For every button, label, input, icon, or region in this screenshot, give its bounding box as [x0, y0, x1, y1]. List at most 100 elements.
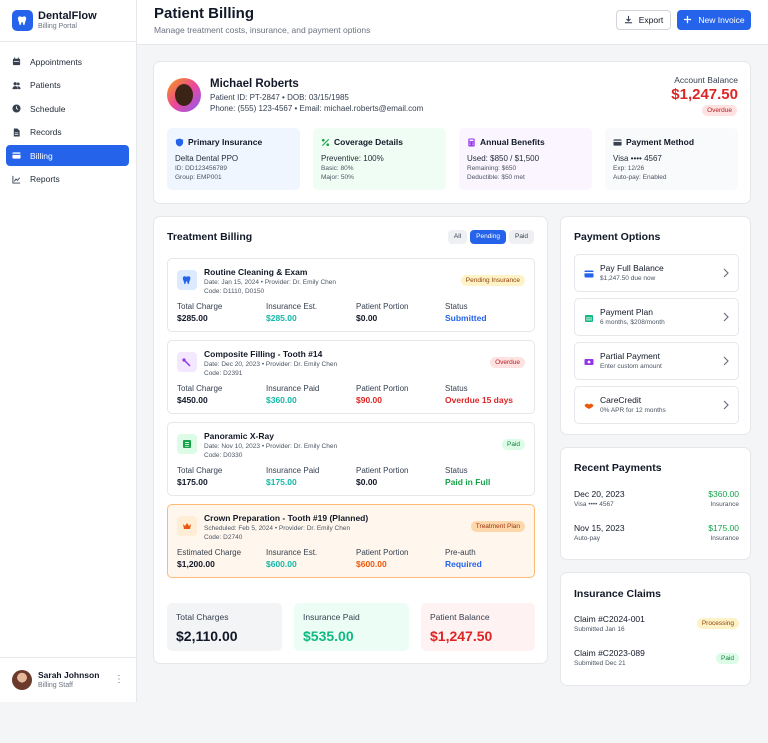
tooth-icon — [177, 270, 197, 290]
treatment-item[interactable]: Crown Preparation - Tooth #19 (Planned) … — [167, 504, 535, 578]
sidebar-item-schedule[interactable]: Schedule — [6, 98, 129, 119]
new-invoice-button[interactable]: New Invoice — [677, 10, 751, 30]
sidebar-item-label: Reports — [30, 174, 60, 184]
section-title: Treatment Billing — [167, 231, 253, 243]
total-charge: Total Charge $450.00 — [177, 384, 223, 405]
treatment-code: Code: D1110, D0150 — [204, 288, 265, 295]
treatment-billing-card: Treatment Billing All Pending Paid Routi… — [153, 216, 548, 664]
brand-name: DentalFlow — [38, 9, 97, 22]
treatment-code: Code: D0330 — [204, 452, 243, 459]
info-main: Delta Dental PPO — [175, 154, 239, 163]
brand: DentalFlow Billing Portal — [0, 0, 136, 42]
insurance-amount: Insurance Est. $285.00 — [266, 302, 318, 323]
insurance-claims-card: Insurance Claims Claim #C2024-001 Submit… — [560, 572, 751, 686]
avatar — [12, 670, 32, 690]
treatment-item[interactable]: Routine Cleaning & Exam Date: Jan 15, 20… — [167, 258, 535, 332]
info-line: ID: DD123456789 — [175, 165, 228, 172]
section-title: Payment Options — [574, 231, 661, 243]
sidebar-item-reports[interactable]: Reports — [6, 169, 129, 190]
sidebar-nav: Appointments Patients Schedule Records B… — [0, 42, 136, 190]
info-line: Basic: 80% — [321, 165, 354, 172]
card-icon — [584, 269, 594, 279]
filter-all[interactable]: All — [447, 230, 468, 244]
page-title: Patient Billing — [154, 5, 255, 22]
patient-name: Michael Roberts — [210, 78, 299, 90]
patient-portion: Patient Portion $600.00 — [356, 548, 409, 569]
treatment-name: Composite Filling - Tooth #14 — [204, 349, 323, 359]
status-badge: Overdue — [702, 105, 737, 116]
coverage-details-box: Coverage Details Preventive: 100% Basic:… — [313, 128, 446, 190]
calendar-icon — [584, 313, 594, 323]
total-charge: Total Charge $175.00 — [177, 466, 223, 487]
primary-insurance-box: Primary Insurance Delta Dental PPO ID: D… — [167, 128, 300, 190]
sidebar: DentalFlow Billing Portal Appointments P… — [0, 0, 137, 702]
treatment-meta: Scheduled: Feb 5, 2024 • Provider: Dr. E… — [204, 525, 351, 532]
export-button[interactable]: Export — [616, 10, 671, 30]
treatment-item[interactable]: Composite Filling - Tooth #14 Date: Dec … — [167, 340, 535, 414]
treatment-meta: Date: Nov 10, 2023 • Provider: Dr. Emily… — [204, 443, 338, 450]
partial-payment-option[interactable]: Partial Payment Enter custom amount — [574, 342, 739, 380]
info-title: Payment Method — [626, 137, 695, 147]
status-badge: Paid — [501, 439, 525, 450]
info-line: Exp: 12/26 — [613, 165, 645, 172]
info-main: Visa •••• 4567 — [613, 154, 662, 163]
page-subtitle: Manage treatment costs, insurance, and p… — [154, 25, 371, 35]
info-main: Preventive: 100% — [321, 154, 384, 163]
more-vertical-icon[interactable]: ⋮ — [114, 674, 124, 685]
sidebar-item-billing[interactable]: Billing — [6, 145, 129, 166]
credit-card-icon — [12, 151, 21, 160]
payment-plan-option[interactable]: Payment Plan 6 months, $208/month — [574, 298, 739, 336]
user-name: Sarah Johnson — [38, 669, 100, 680]
sidebar-item-records[interactable]: Records — [6, 122, 129, 143]
pay-full-balance-option[interactable]: Pay Full Balance $1,247.50 due now — [574, 254, 739, 292]
info-title: Annual Benefits — [480, 137, 545, 147]
status-badge: Overdue — [490, 357, 525, 368]
payment-method-box: Payment Method Visa •••• 4567 Exp: 12/26… — [605, 128, 738, 190]
info-line: Deductible: $50 met — [467, 174, 525, 181]
list-item[interactable]: Claim #C2024-001 Submitted Jan 16 Proces… — [574, 614, 739, 635]
status-badge: Processing — [696, 618, 739, 629]
info-line: Remaining: $650 — [467, 165, 517, 172]
money-icon — [584, 357, 594, 367]
chevron-right-icon — [722, 312, 730, 322]
info-title: Primary Insurance — [188, 137, 263, 147]
percent-icon — [321, 138, 330, 147]
treatment-code: Code: D2740 — [204, 534, 243, 541]
patient-id-line: Patient ID: PT-2847 • DOB: 03/15/1985 — [210, 93, 349, 102]
xray-icon — [177, 434, 197, 454]
section-title: Insurance Claims — [574, 588, 661, 600]
patient-portion: Patient Portion $90.00 — [356, 384, 409, 405]
user-profile[interactable]: Sarah Johnson Billing Staff ⋮ — [0, 657, 136, 702]
total-charge: Total Charge $285.00 — [177, 302, 223, 323]
treatment-status: Status Overdue 15 days — [445, 384, 514, 405]
calculator-icon — [467, 137, 476, 147]
info-line: Auto-pay: Enabled — [613, 174, 667, 181]
clock-icon — [12, 104, 21, 113]
insurance-amount: Insurance Paid $175.00 — [266, 466, 320, 487]
sidebar-item-label: Appointments — [30, 56, 82, 67]
chevron-right-icon — [722, 356, 730, 366]
sidebar-item-appointments[interactable]: Appointments — [6, 51, 129, 72]
info-line: Major: 50% — [321, 174, 354, 181]
file-icon — [12, 127, 21, 137]
list-item[interactable]: Claim #C2023-089 Submitted Dec 21 Paid — [574, 648, 739, 669]
filter-paid[interactable]: Paid — [508, 230, 534, 244]
sidebar-item-label: Billing — [30, 150, 53, 161]
balance-amount: $1,247.50 — [671, 86, 738, 103]
card-icon — [613, 138, 622, 147]
carecredit-option[interactable]: CareCredit 0% APR for 12 months — [574, 386, 739, 424]
crown-icon — [177, 516, 197, 536]
treatment-meta: Date: Dec 20, 2023 • Provider: Dr. Emily… — [204, 361, 338, 368]
sidebar-item-label: Records — [30, 127, 62, 137]
treatment-name: Panoramic X-Ray — [204, 431, 274, 441]
treatment-status: Status Submitted — [445, 302, 487, 323]
new-invoice-label: New Invoice — [698, 15, 745, 25]
list-item: Dec 20, 2023 Visa •••• 4567 $360.00 Insur… — [574, 489, 739, 508]
treatment-name: Routine Cleaning & Exam — [204, 267, 308, 277]
insurance-paid-summary: Insurance Paid $535.00 — [294, 603, 409, 651]
sidebar-item-patients[interactable]: Patients — [6, 75, 129, 96]
treatment-item[interactable]: Panoramic X-Ray Date: Nov 10, 2023 • Pro… — [167, 422, 535, 496]
filter-pending[interactable]: Pending — [470, 230, 506, 244]
section-title: Recent Payments — [574, 462, 662, 474]
info-line: Group: EMP001 — [175, 174, 222, 181]
